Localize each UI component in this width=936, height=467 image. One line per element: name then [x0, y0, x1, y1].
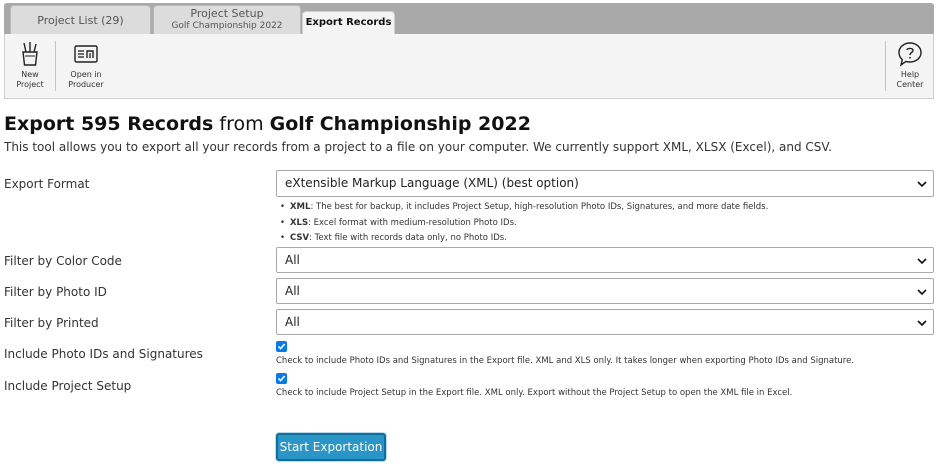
hint-csv: CSV: Text file with records data only, n…	[280, 231, 768, 247]
photo-id-select[interactable]: All	[276, 278, 934, 304]
open-producer-label-1: Open in	[70, 70, 102, 79]
hint-xml: XML: The best for backup, it includes Pr…	[280, 200, 768, 216]
checkmark-icon	[277, 343, 286, 350]
help-label-1: Help	[900, 70, 920, 79]
color-code-label: Filter by Color Code	[4, 254, 122, 268]
export-format-label: Export Format	[4, 177, 90, 191]
color-code-select[interactable]: All	[276, 247, 934, 273]
title-from: from	[219, 113, 264, 135]
title-project-name: Golf Championship 2022	[269, 113, 531, 135]
help-center-button[interactable]: Help Center	[891, 41, 929, 90]
photo-id-value: All	[285, 284, 300, 298]
tab-project-list-label: Project List (29)	[37, 14, 124, 27]
hint-xls: XLS: Excel format with medium-resolution…	[280, 216, 768, 232]
photo-id-label: Filter by Photo ID	[4, 285, 107, 299]
color-code-value: All	[285, 253, 300, 267]
chevron-down-icon	[917, 289, 927, 296]
toolbar-divider	[55, 41, 56, 91]
include-photos-checkbox[interactable]	[276, 341, 287, 352]
id-card-icon	[74, 45, 98, 63]
include-setup-label: Include Project Setup	[4, 379, 132, 393]
chevron-down-icon	[917, 181, 927, 188]
chevron-down-icon	[917, 258, 927, 265]
tab-project-list[interactable]: Project List (29)	[10, 5, 151, 34]
page-title: Export 595 Records from Golf Championshi…	[4, 113, 531, 135]
tab-project-setup-label: Project Setup	[190, 7, 264, 20]
export-format-select[interactable]: eXtensible Markup Language (XML) (best o…	[276, 170, 934, 197]
printed-select[interactable]: All	[276, 309, 934, 335]
include-setup-note: Check to include Project Setup in the Ex…	[276, 388, 793, 398]
new-project-label-1: New	[21, 70, 39, 79]
tab-project-setup[interactable]: Project Setup Golf Championship 2022	[153, 5, 301, 34]
include-photos-label: Include Photo IDs and Signatures	[4, 347, 203, 361]
pencil-cup-icon	[22, 42, 38, 66]
include-photos-note: Check to include Photo IDs and Signature…	[276, 356, 855, 366]
toolbar-divider	[885, 41, 886, 91]
help-bubble-icon	[898, 42, 922, 67]
page-description: This tool allows you to export all your …	[4, 140, 832, 154]
export-format-value: eXtensible Markup Language (XML) (best o…	[285, 176, 579, 190]
chevron-down-icon	[917, 320, 927, 327]
checkmark-icon	[277, 375, 286, 382]
new-project-label-2: Project	[16, 80, 44, 89]
toolbar: New Project Open in Producer Help Center	[4, 34, 934, 99]
new-project-button[interactable]: New Project	[11, 41, 49, 90]
title-record-count: Export 595 Records	[4, 113, 214, 135]
printed-label: Filter by Printed	[4, 316, 99, 330]
format-hints: XML: The best for backup, it includes Pr…	[280, 200, 768, 247]
tab-bar: Project List (29) Project Setup Golf Cha…	[4, 3, 934, 34]
include-setup-checkbox[interactable]	[276, 373, 287, 384]
printed-value: All	[285, 315, 300, 329]
open-producer-label-2: Producer	[68, 80, 104, 89]
help-label-2: Center	[896, 80, 924, 89]
tab-export-records-label: Export Records	[305, 17, 392, 28]
open-in-producer-button[interactable]: Open in Producer	[61, 41, 111, 90]
tab-export-records[interactable]: Export Records	[302, 11, 395, 34]
start-exportation-button[interactable]: Start Exportation	[276, 433, 386, 461]
tab-project-setup-sublabel: Golf Championship 2022	[171, 21, 283, 31]
